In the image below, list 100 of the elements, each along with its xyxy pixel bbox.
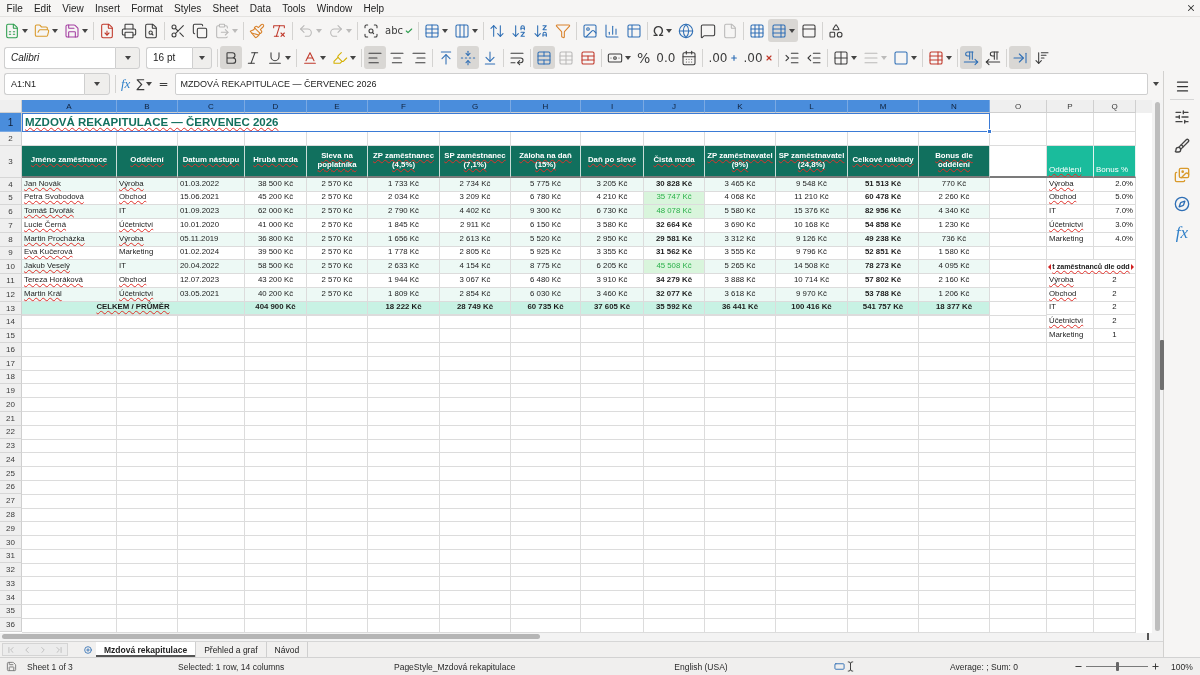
- align-left-button[interactable]: [364, 46, 386, 69]
- caret-icon: [146, 82, 153, 86]
- omega-button[interactable]: Ω: [650, 19, 675, 42]
- column-header[interactable]: B: [117, 100, 178, 113]
- column-header[interactable]: M: [848, 100, 919, 113]
- language-text[interactable]: English (USA): [674, 661, 728, 672]
- row-header[interactable]: 1: [0, 113, 22, 132]
- row-header[interactable]: 14: [0, 315, 22, 330]
- menu-item[interactable]: Help: [357, 0, 390, 16]
- column-header[interactable]: C: [178, 100, 245, 113]
- column-header[interactable]: P: [1047, 100, 1094, 113]
- row-header[interactable]: 27: [0, 494, 22, 509]
- text-cursor-icon[interactable]: [845, 661, 856, 672]
- row-header[interactable]: 36: [0, 618, 22, 633]
- row-header[interactable]: 19: [0, 384, 22, 398]
- function-wizard-button[interactable]: fx: [118, 73, 134, 95]
- functions-button[interactable]: fx: [1168, 218, 1196, 247]
- column-header[interactable]: N: [919, 100, 990, 113]
- menu-item[interactable]: Styles: [168, 0, 207, 16]
- menu-item[interactable]: Data: [244, 0, 277, 16]
- row-header[interactable]: 24: [0, 453, 22, 467]
- sort-arrows-icon: [489, 22, 505, 39]
- align-top-icon: [438, 49, 454, 66]
- caret-icon: [910, 55, 917, 60]
- pilcrow-right-button[interactable]: [959, 46, 982, 69]
- table-button[interactable]: [767, 19, 798, 42]
- menu-item[interactable]: File: [1, 0, 29, 16]
- arrow-to-line-button[interactable]: [1008, 46, 1031, 69]
- column-header[interactable]: I: [581, 100, 644, 113]
- row-header[interactable]: 18: [0, 370, 22, 385]
- number-format-button[interactable]: 0.0: [653, 46, 679, 69]
- row-header[interactable]: 31: [0, 549, 22, 564]
- column-header[interactable]: Q: [1094, 100, 1136, 113]
- caret-icon: [880, 55, 887, 60]
- merge-cells-icon: [536, 49, 552, 66]
- vertical-scrollbar[interactable]: [1155, 102, 1160, 631]
- caret-icon: [285, 55, 291, 60]
- row-header[interactable]: 2: [0, 132, 22, 146]
- menu-item[interactable]: Window: [311, 0, 358, 16]
- row-header[interactable]: 6: [0, 205, 22, 220]
- row-header[interactable]: 23: [0, 439, 22, 454]
- resize-handle[interactable]: [1160, 340, 1164, 390]
- menu-item[interactable]: Format: [125, 0, 169, 16]
- column-header[interactable]: A: [22, 100, 117, 113]
- caret-icon: [124, 55, 131, 60]
- spreadsheet-file-icon: [4, 22, 20, 39]
- sheet-tab[interactable]: Mzdová rekapitulace: [96, 642, 197, 657]
- font-name-field[interactable]: Calibri: [4, 46, 115, 69]
- compass-icon: [1174, 195, 1190, 212]
- formula-button[interactable]: =: [155, 73, 172, 95]
- menu-icon: [1174, 78, 1190, 94]
- column-header[interactable]: L: [776, 100, 848, 113]
- zoom-slider[interactable]: [1086, 662, 1148, 671]
- column-header[interactable]: E: [307, 100, 368, 113]
- slider-thumb[interactable]: [1115, 662, 1119, 671]
- merge-cells-button[interactable]: [533, 46, 555, 69]
- column-header[interactable]: F: [368, 100, 440, 113]
- formula-input[interactable]: MZDOVÁ REKAPITULACE — ČERVENEC 2026: [174, 73, 1148, 95]
- name-box[interactable]: A1:N1: [4, 73, 84, 95]
- caret-icon: [625, 55, 631, 60]
- close-button[interactable]: [1185, 2, 1197, 14]
- column-header[interactable]: K: [705, 100, 776, 113]
- font-size-field[interactable]: 16 pt: [146, 46, 192, 69]
- row-header[interactable]: 10: [0, 260, 22, 275]
- align-middle-button[interactable]: [457, 46, 479, 69]
- column-header[interactable]: H: [511, 100, 581, 113]
- zoom-percent-text[interactable]: 100%: [1171, 661, 1193, 672]
- table-icon: [770, 22, 787, 39]
- row-header[interactable]: 28: [0, 508, 22, 522]
- horizontal-scrollbar[interactable]: [2, 634, 540, 640]
- row-header[interactable]: 7: [0, 219, 22, 233]
- selection-handle[interactable]: [987, 129, 992, 134]
- dropdown-button[interactable]: [84, 73, 110, 95]
- row-header[interactable]: 32: [0, 563, 22, 577]
- caret-icon: [346, 28, 352, 33]
- zoom-in-button[interactable]: [1151, 662, 1160, 671]
- crossed-text-icon: [271, 22, 287, 39]
- spelling-button[interactable]: abc: [382, 19, 416, 42]
- menu-item[interactable]: Edit: [28, 0, 57, 16]
- row-header[interactable]: 20: [0, 398, 22, 412]
- menu-item[interactable]: Sheet: [206, 0, 245, 16]
- border-color-icon: [892, 49, 909, 66]
- column-header[interactable]: G: [440, 100, 511, 113]
- menu-item[interactable]: View: [56, 0, 90, 16]
- menu-item[interactable]: Insert: [89, 0, 126, 16]
- sum-button[interactable]: ∑: [133, 73, 156, 95]
- menu-item[interactable]: Tools: [276, 0, 312, 16]
- column-header[interactable]: O: [990, 100, 1047, 113]
- row-header[interactable]: 11: [0, 274, 22, 288]
- dropdown-button[interactable]: [192, 46, 212, 69]
- clipboard-icon: [214, 22, 230, 39]
- add-decimal-button[interactable]: .00: [705, 46, 741, 69]
- chevron-right-icon: [38, 644, 48, 655]
- column-header[interactable]: J: [644, 100, 705, 113]
- percent-button[interactable]: %: [634, 46, 654, 69]
- delete-decimal-button[interactable]: .00: [740, 46, 776, 69]
- row-header[interactable]: 15: [0, 329, 22, 343]
- bold-button[interactable]: [220, 46, 242, 69]
- row-header[interactable]: 3: [0, 145, 22, 178]
- column-header[interactable]: D: [245, 100, 307, 113]
